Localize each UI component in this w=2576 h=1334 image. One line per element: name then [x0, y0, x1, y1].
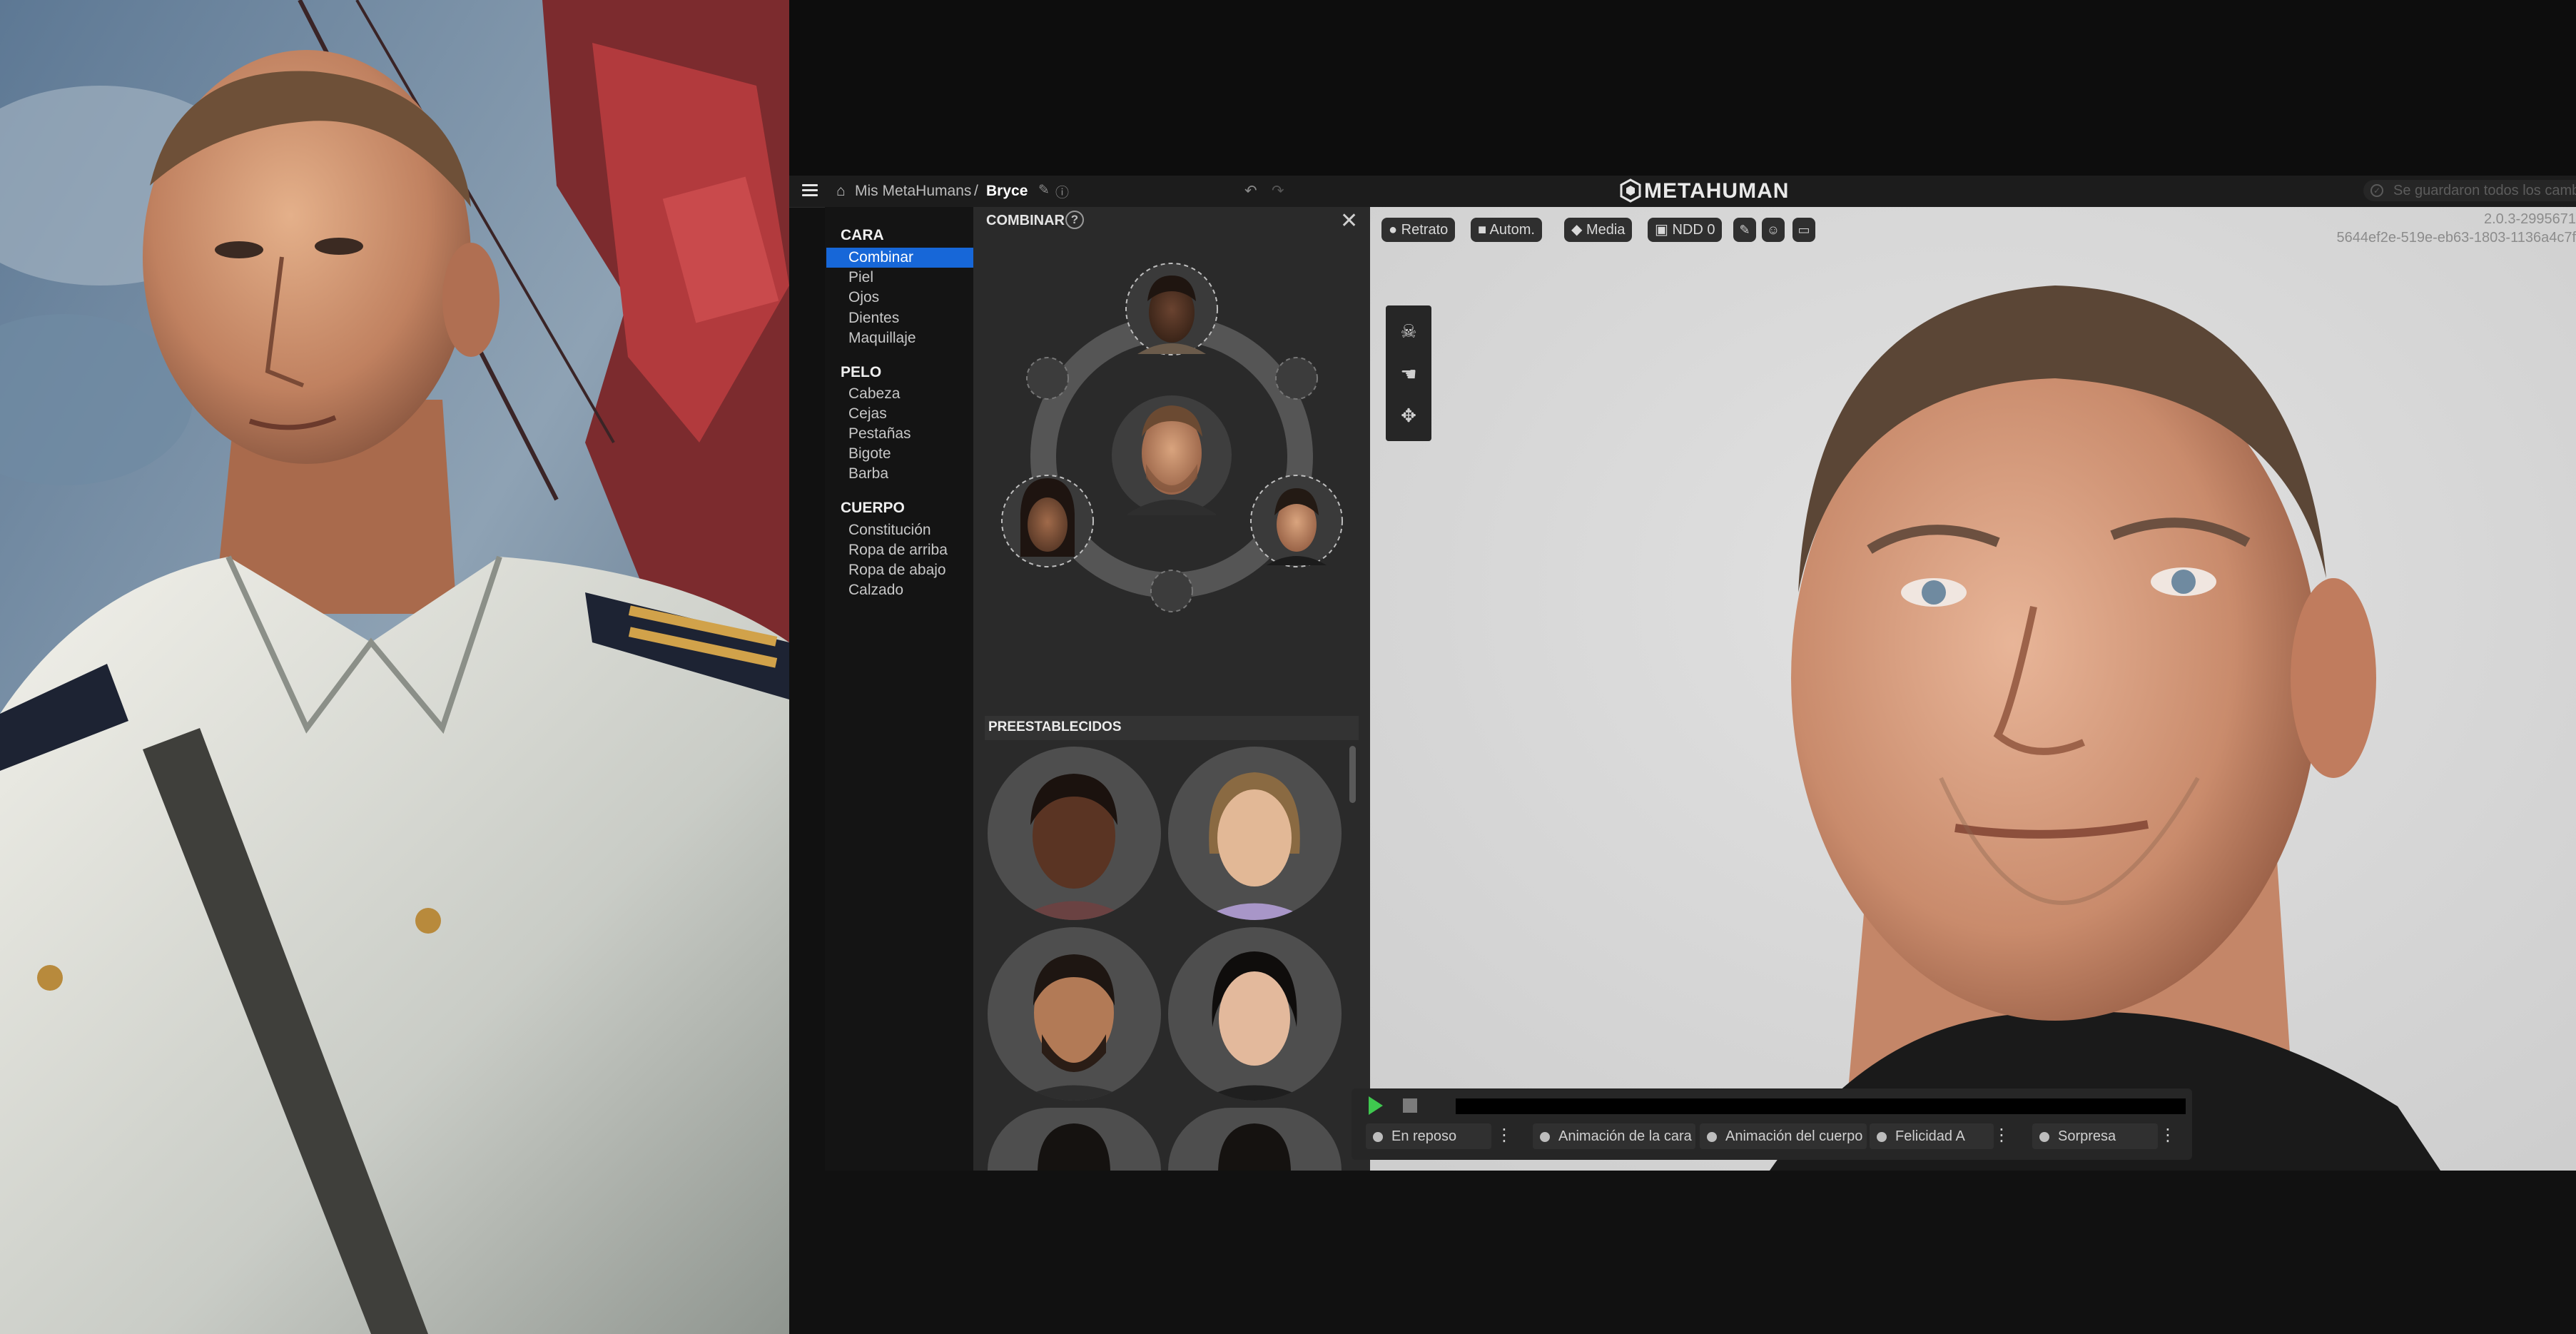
3d-viewport[interactable] [1370, 207, 2576, 1171]
redo-icon[interactable]: ↷ [1272, 182, 1284, 200]
metahuman-logo-icon [1620, 178, 1641, 203]
breadcrumb-my-metahumans[interactable]: Mis MetaHumans [855, 181, 971, 201]
stop-icon[interactable] [1403, 1098, 1417, 1113]
blend-slot-empty[interactable] [1150, 570, 1193, 612]
nav-pestanas[interactable]: Pestañas [848, 424, 911, 444]
breadcrumb-current: Bryce [986, 183, 1028, 199]
quality-medium-button[interactable]: ◆ Media [1564, 218, 1633, 242]
preset-thumbnail[interactable] [988, 747, 1161, 920]
preset-thumbnail[interactable] [1168, 927, 1342, 1101]
hamburger-menu-icon[interactable] [802, 184, 818, 197]
preset-thumbnail[interactable] [988, 927, 1161, 1101]
nav-maquillaje[interactable]: Maquillaje [848, 328, 916, 348]
diamond-icon: ◆ [1571, 222, 1583, 238]
cube-icon: ▣ [1655, 222, 1668, 238]
anim-happiness-select[interactable]: Felicidad A [1870, 1123, 1994, 1149]
section-pelo: PELO [841, 364, 882, 380]
save-status: Se guardaron todos los cambios [2363, 180, 2576, 201]
presets-scrollbar[interactable] [1349, 746, 1356, 803]
undo-icon[interactable]: ↶ [1244, 182, 1257, 200]
check-icon: ✓ [2370, 184, 2383, 197]
hand-icon[interactable]: ☚ [1397, 363, 1420, 385]
anim-face-select[interactable]: Animación de la cara [1533, 1123, 1695, 1149]
nav-ojos[interactable]: Ojos [848, 288, 879, 308]
home-icon[interactable]: ⌂ [836, 183, 846, 200]
nav-ropa-de-abajo[interactable]: Ropa de abajo [848, 560, 946, 580]
skull-icon[interactable]: ☠ [1397, 320, 1420, 343]
nav-ropa-de-arriba[interactable]: Ropa de arriba [848, 540, 948, 560]
move-icon[interactable]: ✥ [1397, 404, 1420, 427]
blend-slot-empty[interactable] [1275, 357, 1318, 400]
version-label: 2.0.3-2995671 [2483, 211, 2576, 227]
nav-calzado[interactable]: Calzado [848, 580, 903, 600]
nav-bigote[interactable]: Bigote [848, 444, 891, 464]
edit-icon[interactable]: ✎ [1038, 182, 1050, 198]
sidebar [825, 207, 973, 1171]
info-icon[interactable]: ⓘ [1055, 182, 1069, 201]
blend-face-top[interactable] [1125, 263, 1218, 355]
blend-slot-empty[interactable] [1026, 357, 1069, 400]
close-icon[interactable]: ✕ [1340, 208, 1358, 234]
blend-center-face[interactable] [1112, 395, 1232, 515]
screen-icon[interactable]: ▭ [1792, 218, 1815, 242]
preset-thumbnail[interactable] [1168, 747, 1342, 920]
timeline[interactable] [1456, 1098, 2186, 1114]
view-portrait-button[interactable]: ● Retrato [1381, 218, 1456, 242]
anim-idle-select[interactable]: En reposo [1366, 1123, 1491, 1149]
nav-cabeza[interactable]: Cabeza [848, 384, 900, 404]
brush-icon[interactable]: ✎ [1733, 218, 1756, 242]
nav-piel[interactable]: Piel [848, 268, 873, 288]
nav-dientes[interactable]: Dientes [848, 308, 899, 328]
lod-button[interactable]: ▣ NDD 0 [1648, 218, 1723, 242]
expression-icon [2039, 1131, 2049, 1142]
more-options-icon[interactable]: ⋮ [2159, 1123, 2176, 1149]
more-options-icon[interactable]: ⋮ [1993, 1123, 2010, 1149]
nav-cejas[interactable]: Cejas [848, 404, 887, 424]
nav-constitucion[interactable]: Constitución [848, 520, 931, 540]
face-anim-icon [1540, 1131, 1550, 1142]
more-options-icon[interactable]: ⋮ [1496, 1123, 1513, 1149]
guid-label: 5644ef2e-519e-eb63-1803-1136a4c7f [2336, 230, 2576, 246]
blend-wheel[interactable] [985, 250, 1356, 635]
pose-icon [1373, 1131, 1383, 1142]
camera-auto-button[interactable]: ■ Autom. [1471, 218, 1542, 242]
blend-face-left[interactable] [1001, 475, 1094, 567]
anim-body-select[interactable]: Animación del cuerpo [1700, 1123, 1867, 1149]
anim-surprise-select[interactable]: Sorpresa [2032, 1123, 2158, 1149]
help-icon[interactable]: ? [1065, 211, 1084, 229]
top-black-area [789, 0, 2576, 176]
nav-barba[interactable]: Barba [848, 464, 888, 484]
camera-icon: ■ [1478, 222, 1487, 238]
portrait-icon: ● [1389, 222, 1398, 238]
nav-combinar[interactable]: Combinar [826, 248, 973, 268]
panel-title: COMBINAR [986, 213, 1065, 228]
reference-painting [0, 0, 789, 1334]
section-cara: CARA [841, 227, 884, 243]
blend-face-right[interactable] [1250, 475, 1343, 567]
section-cuerpo: CUERPO [841, 500, 905, 516]
metahuman-logo-text: METAHUMAN [1644, 179, 1790, 203]
face-icon[interactable]: ☺ [1762, 218, 1785, 242]
breadcrumb-separator: / [974, 183, 978, 199]
body-anim-icon [1707, 1131, 1717, 1142]
play-icon[interactable] [1369, 1096, 1383, 1115]
expression-icon [1877, 1131, 1887, 1142]
presets-title: PREESTABLECIDOS [988, 719, 1122, 734]
